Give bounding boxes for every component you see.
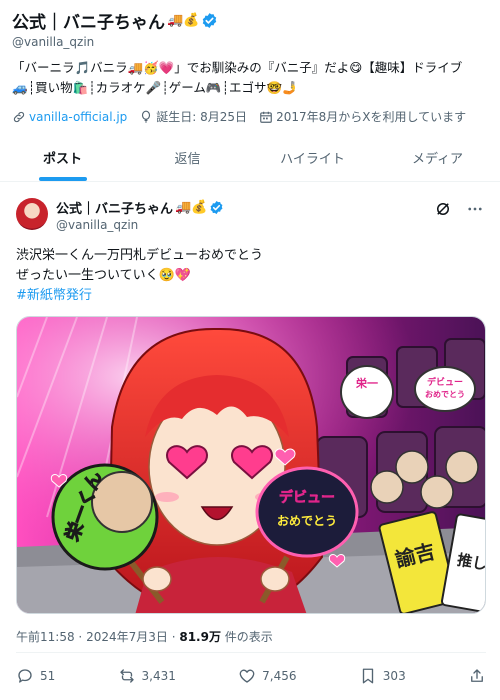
profile-bio-line: 🚙┊買い物🛍️┊カラオケ🎤┊ゲーム🎮┊エゴサ🤓🤳 (12, 80, 298, 95)
profile-name-text: 公式｜バニ子ちゃん (12, 13, 165, 33)
views-label: 件の表示 (224, 630, 273, 644)
tweet-author-name-text[interactable]: 公式｜バニ子ちゃん (56, 198, 173, 217)
website-link-text[interactable]: vanilla-official.jp (29, 110, 127, 124)
more-options-icon[interactable] (466, 200, 484, 218)
verified-badge-icon (203, 13, 217, 28)
calendar-icon (260, 111, 272, 123)
like-count: 7,456 (262, 669, 297, 683)
profile-bio: 「バーニラ🎵バニラ🚚🥳💗」でお馴染みの『バニ子』だよ😋【趣味】ドライブ 🚙┊買い… (12, 58, 490, 98)
tweet-media-image[interactable]: 栄一 デビュー おめでとう 諭吉 推し 栄一くん デビュー おめでとう (16, 316, 486, 614)
tab-media[interactable]: メディア (375, 140, 500, 181)
grok-icon[interactable] (434, 200, 452, 218)
repost-icon (119, 669, 134, 683)
tweet-author-name[interactable]: 公式｜バニ子ちゃん 🚚💰 (56, 198, 224, 217)
link-icon (13, 111, 25, 122)
joined-item: 2017年8月からXを利用しています (259, 108, 466, 125)
joined-text: 2017年8月からXを利用しています (276, 110, 467, 124)
profile-meta: vanilla-official.jp 誕生日: 8月25日 2017年8月から… (12, 108, 466, 125)
tweet-text-line: ぜったい一生ついていく🥹💖 (16, 268, 191, 283)
profile-display-name: 公式｜バニ子ちゃん 🚚💰 (12, 8, 218, 33)
tweet-actions: 51 3,431 7,456 303 (16, 667, 486, 685)
bg-fan: デビュー おめでとう (414, 366, 476, 412)
bookmark-button[interactable]: 303 (359, 667, 406, 685)
share-icon (471, 669, 483, 682)
share-button[interactable] (468, 667, 486, 685)
bookmark-icon (362, 668, 373, 684)
tweet-text-line: 渋沢栄一くん一万円札デビューおめでとう (16, 248, 264, 263)
tweet-author-emoji: 🚚💰 (175, 200, 208, 215)
tab-highlights[interactable]: ハイライト (250, 140, 375, 181)
hashtag-link[interactable]: #新紙幣発行 (16, 286, 486, 306)
profile-tabs: ポスト 返信 ハイライト メディア (0, 140, 500, 182)
tweet-time: 午前11:58 (16, 630, 75, 644)
tweet-timestamp[interactable]: 午前11:58 · 2024年7月3日 · 81.9万 件の表示 (16, 628, 273, 645)
right-fan-text: デビュー (279, 489, 335, 506)
bg-fan-text: 栄一 (355, 376, 378, 390)
divider (16, 652, 486, 653)
right-fan-text: おめでとう (277, 514, 337, 528)
profile-name-emoji: 🚚💰 (167, 13, 200, 28)
profile-bio-line: 「バーニラ🎵バニラ🚚🥳💗」でお馴染みの『バニ子』だよ😋【趣味】ドライブ (12, 60, 463, 75)
tweet-top-actions (434, 200, 484, 218)
media-illustration: 栄一 デビュー おめでとう 諭吉 推し 栄一くん デビュー おめでとう (17, 317, 485, 613)
tab-posts[interactable]: ポスト (0, 140, 125, 181)
profile-header: 公式｜バニ子ちゃん 🚚💰 @vanilla_qzin 「バーニラ🎵バニラ🚚🥳💗」… (0, 0, 500, 135)
website-link[interactable]: vanilla-official.jp (12, 108, 127, 125)
views-count: 81.9万 (179, 630, 221, 644)
tweet-date: 2024年7月3日 (86, 630, 168, 644)
bg-fan-text: デビュー (427, 376, 463, 388)
repost-count: 3,431 (141, 669, 176, 683)
reply-count: 51 (40, 669, 56, 683)
birthday-text: 誕生日: 8月25日 (156, 110, 248, 124)
separator-dot: · (78, 630, 87, 644)
bookmark-count: 303 (382, 669, 406, 683)
profile-handle: @vanilla_qzin (12, 35, 95, 49)
reply-button[interactable]: 51 (16, 667, 55, 685)
balloon-icon (142, 110, 151, 123)
reply-icon (18, 669, 32, 683)
heart-icon (239, 669, 255, 683)
tab-replies[interactable]: 返信 (125, 140, 250, 181)
verified-badge-icon (210, 200, 223, 215)
tweet-author-handle[interactable]: @vanilla_qzin (56, 218, 138, 232)
bg-fan-text: おめでとう (425, 390, 465, 399)
tweet: 公式｜バニ子ちゃん 🚚💰 @vanilla_qzin 渋沢栄一くん一万円札デビュ… (0, 182, 500, 700)
birthday-item: 誕生日: 8月25日 (139, 108, 247, 125)
like-button[interactable]: 7,456 (238, 667, 297, 685)
tweet-text: 渋沢栄一くん一万円札デビューおめでとう ぜったい一生ついていく🥹💖 #新紙幣発行 (16, 246, 486, 306)
repost-button[interactable]: 3,431 (118, 667, 176, 685)
bg-fan: 栄一 (340, 365, 394, 419)
avatar[interactable] (16, 198, 48, 230)
